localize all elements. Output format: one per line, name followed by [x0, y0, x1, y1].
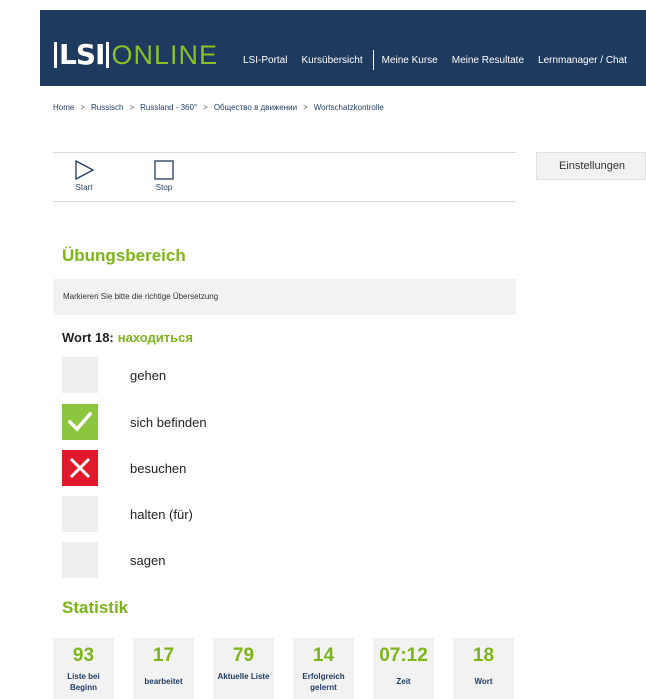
stat-value: 18 — [472, 645, 495, 666]
answer-option[interactable]: sagen — [62, 542, 362, 578]
stat-label: Zeit — [396, 677, 411, 686]
answer-checkbox[interactable] — [62, 496, 98, 532]
word-prompt: Wort 18: находиться — [62, 330, 193, 345]
stat-label: Wort — [474, 677, 493, 686]
stop-icon — [154, 160, 174, 180]
checkmark-icon — [67, 411, 93, 432]
answer-option[interactable]: besuchen — [62, 450, 362, 486]
answer-option[interactable]: sich befinden — [62, 404, 362, 440]
stat-value: 79 — [232, 645, 255, 666]
site-header: LSI ONLINE LSI-Portal Kursübersicht Mein… — [40, 10, 646, 86]
stat-label: Aktuelle Liste — [217, 672, 270, 681]
stat-value: 07:12 — [379, 645, 428, 666]
stat-value: 93 — [72, 645, 95, 666]
stat-value: 17 — [152, 645, 175, 666]
logo-text: ONLINE — [111, 39, 218, 70]
exercise-title: Übungsbereich — [62, 246, 186, 265]
nav-lernmanager-chat[interactable]: Lernmanager / Chat — [538, 55, 627, 66]
exercise-instruction: Markieren Sie bitte die richtige Überset… — [53, 279, 516, 315]
nav-divider — [372, 50, 374, 70]
answer-checkbox-wrong[interactable] — [62, 450, 98, 486]
stat-bearbeitet: 17 bearbeitet — [133, 638, 194, 699]
stat-liste-bei-beginn: 93 Liste bei Beginn — [53, 638, 114, 699]
logo-mark-text: LSI — [59, 38, 105, 71]
answer-option[interactable]: halten (für) — [62, 496, 362, 532]
stat-wort: 18 Wort — [453, 638, 514, 699]
cross-icon — [69, 457, 91, 479]
breadcrumb: Home > Russisch > Russland - 360° > Обще… — [53, 103, 384, 112]
start-label: Start — [75, 183, 93, 192]
main-nav: LSI-Portal Kursübersicht Meine Kurse Mei… — [243, 50, 641, 70]
answer-label: sagen — [130, 552, 166, 568]
statistics-title: Statistik — [62, 598, 129, 617]
stat-label: bearbeitet — [144, 677, 183, 686]
answer-label: besuchen — [130, 460, 187, 476]
word-prefix: Wort 18: — [62, 330, 114, 345]
breadcrumb-separator: > — [203, 103, 208, 112]
nav-lsi-portal[interactable]: LSI-Portal — [243, 55, 287, 66]
statistics-panel: 93 Liste bei Beginn 17 bearbeitet 79 Akt… — [53, 638, 533, 699]
stat-value: 14 — [312, 645, 335, 666]
answer-checkbox[interactable] — [62, 542, 98, 578]
breadcrumb-current: Wortschatzkontrolle — [313, 103, 384, 112]
answer-checkbox[interactable] — [62, 357, 98, 393]
breadcrumb-home[interactable]: Home — [53, 103, 74, 112]
stat-erfolgreich-gelernt: 14 Erfolgreich gelernt — [293, 638, 354, 699]
answer-label: halten (für) — [130, 506, 193, 522]
stat-aktuelle-liste: 79 Aktuelle Liste — [213, 638, 274, 699]
answer-label: sich befinden — [130, 414, 207, 430]
play-icon — [75, 159, 95, 181]
nav-meine-kurse[interactable]: Meine Kurse — [382, 55, 438, 66]
breadcrumb-separator: > — [303, 103, 308, 112]
breadcrumb-russisch[interactable]: Russisch — [91, 103, 123, 112]
answer-option[interactable]: gehen — [62, 357, 362, 393]
start-button[interactable]: Start — [73, 159, 95, 192]
settings-button[interactable]: Einstellungen — [536, 152, 646, 180]
breadcrumb-russland-360[interactable]: Russland - 360° — [140, 103, 197, 112]
answer-label: gehen — [130, 367, 167, 383]
nav-kursuebersicht[interactable]: Kursübersicht — [301, 55, 362, 66]
stat-zeit: 07:12 Zeit — [373, 638, 434, 699]
logo[interactable]: LSI ONLINE — [54, 40, 218, 70]
logo-mark: LSI — [54, 41, 110, 69]
stop-label: Stop — [155, 183, 173, 192]
nav-meine-resultate[interactable]: Meine Resultate — [452, 55, 524, 66]
breadcrumb-separator: > — [129, 103, 135, 112]
stat-label: Liste bei Beginn — [67, 672, 100, 692]
stop-button[interactable]: Stop — [153, 159, 175, 192]
word-russian: находиться — [117, 330, 193, 345]
stat-label: Erfolgreich gelernt — [302, 672, 345, 692]
answer-checkbox-correct[interactable] — [62, 404, 98, 440]
breadcrumb-obshchestvo[interactable]: Общество в движении — [214, 103, 297, 112]
exercise-toolbar: Start Stop — [53, 152, 516, 202]
breadcrumb-separator: > — [80, 103, 86, 112]
